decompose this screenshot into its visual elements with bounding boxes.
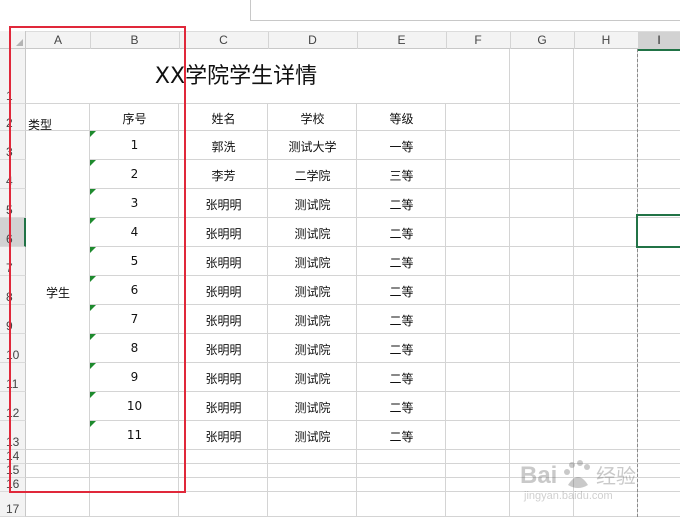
cell-name[interactable]: 张明明	[179, 428, 268, 444]
row-number: 17	[6, 502, 20, 516]
cell-grade[interactable]: 二等	[357, 312, 446, 328]
column-header-e[interactable]: E	[357, 32, 447, 49]
cell-school[interactable]: 测试院	[268, 312, 357, 328]
highlight-annotation-box	[9, 26, 186, 493]
svg-text:经验: 经验	[596, 464, 636, 488]
header-name[interactable]: 姓名	[179, 110, 268, 128]
formula-bar[interactable]	[250, 0, 680, 21]
svg-text:Bai: Bai	[520, 462, 557, 489]
cell-name[interactable]: 张明明	[179, 225, 268, 241]
cell-school[interactable]: 二学院	[268, 167, 357, 183]
column-header-g[interactable]: G	[510, 32, 575, 49]
cell-name[interactable]: 郭洗	[179, 138, 268, 154]
cell-name[interactable]: 张明明	[179, 341, 268, 357]
cell-grade[interactable]: 二等	[357, 196, 446, 212]
cell-school[interactable]: 测试院	[268, 341, 357, 357]
cell-grade[interactable]: 二等	[357, 283, 446, 299]
cell-school[interactable]: 测试院	[268, 428, 357, 444]
cell-grade[interactable]: 二等	[357, 225, 446, 241]
grid-vertical-line	[509, 49, 510, 517]
cell-grade[interactable]: 二等	[357, 254, 446, 270]
cell-grade[interactable]: 三等	[357, 167, 446, 183]
cell-name[interactable]: 张明明	[179, 196, 268, 212]
cell-school[interactable]: 测试院	[268, 225, 357, 241]
cell-grade[interactable]: 二等	[357, 428, 446, 444]
grid-vertical-line	[267, 104, 268, 517]
baidu-watermark: Bai 经验 jingyan.baidu.com	[516, 455, 666, 505]
header-school[interactable]: 学校	[268, 110, 357, 128]
cell-school[interactable]: 测试院	[268, 254, 357, 270]
cell-name[interactable]: 李芳	[179, 167, 268, 183]
cell-grade[interactable]: 二等	[357, 399, 446, 415]
page-break-line	[637, 49, 638, 517]
svg-text:jingyan.baidu.com: jingyan.baidu.com	[523, 490, 613, 502]
cell-grade[interactable]: 二等	[357, 370, 446, 386]
grid-vertical-line	[356, 104, 357, 517]
cell-school[interactable]: 测试院	[268, 283, 357, 299]
cell-name[interactable]: 张明明	[179, 312, 268, 328]
grid-vertical-line	[445, 104, 446, 517]
cell-school[interactable]: 测试院	[268, 370, 357, 386]
cell-name[interactable]: 张明明	[179, 399, 268, 415]
selected-cell-i6[interactable]	[636, 214, 680, 248]
cell-name[interactable]: 张明明	[179, 370, 268, 386]
cell-school[interactable]: 测试大学	[268, 138, 357, 154]
cell-school[interactable]: 测试院	[268, 196, 357, 212]
cell-school[interactable]: 测试院	[268, 399, 357, 415]
header-grade[interactable]: 等级	[357, 110, 446, 128]
cell-name[interactable]: 张明明	[179, 283, 268, 299]
column-header-d[interactable]: D	[268, 32, 358, 49]
cell-grade[interactable]: 二等	[357, 341, 446, 357]
cell-name[interactable]: 张明明	[179, 254, 268, 270]
column-header-c[interactable]: C	[179, 32, 269, 49]
grid-vertical-line	[573, 49, 574, 517]
column-header-h[interactable]: H	[574, 32, 639, 49]
cell-grade[interactable]: 一等	[357, 138, 446, 154]
column-header-i[interactable]: I	[638, 32, 680, 51]
row-header-17[interactable]: 17	[0, 492, 26, 517]
column-header-f[interactable]: F	[446, 32, 511, 49]
